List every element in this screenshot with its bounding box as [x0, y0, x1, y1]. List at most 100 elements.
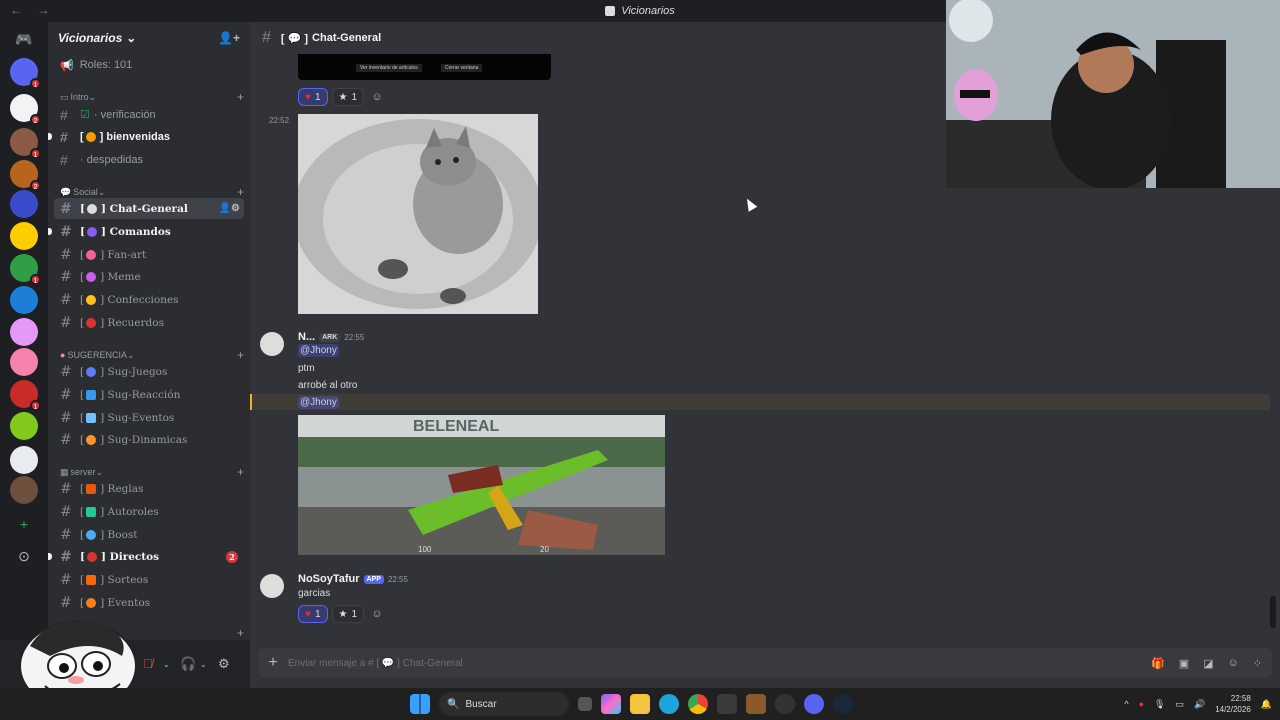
- server-icon[interactable]: [10, 446, 38, 474]
- channel-fan-art[interactable]: #[] Fan-art: [54, 244, 244, 265]
- microphone-icon[interactable]: 🎙: [1154, 699, 1165, 710]
- gear-icon[interactable]: ⚙: [218, 656, 230, 672]
- server-icon[interactable]: [10, 190, 38, 218]
- server-icon[interactable]: 1: [10, 380, 41, 411]
- scrollbar-thumb[interactable]: [1270, 596, 1276, 628]
- user-mention[interactable]: @Jhony: [298, 344, 339, 357]
- channel-meme[interactable]: #[] Meme: [54, 266, 244, 287]
- gift-icon[interactable]: 🎁: [1151, 657, 1165, 670]
- channel-chat-general[interactable]: #[] Chat-General 👤⚙: [54, 198, 244, 219]
- gif-icon[interactable]: ▣: [1179, 657, 1189, 670]
- nav-arrows[interactable]: ← →: [10, 3, 55, 17]
- add-channel-icon[interactable]: +: [237, 626, 244, 640]
- server-icon[interactable]: [10, 348, 38, 376]
- user-mention[interactable]: @Jhony: [298, 396, 339, 409]
- server-icon[interactable]: [10, 222, 38, 250]
- category-intro[interactable]: ▭ Intro ⌄ +: [60, 90, 244, 104]
- server-icon[interactable]: 2: [10, 160, 41, 191]
- notification-bell-icon[interactable]: 🔔: [1261, 699, 1272, 710]
- folder-icon[interactable]: [630, 694, 650, 714]
- steam-icon[interactable]: [833, 694, 853, 714]
- message-author[interactable]: N... ARK 22:55: [298, 331, 364, 343]
- add-channel-icon[interactable]: +: [237, 185, 244, 199]
- channel-bienvenidas[interactable]: #[] bienvenidas: [48, 126, 244, 147]
- copilot-icon[interactable]: [601, 694, 621, 714]
- server-icon[interactable]: [10, 412, 38, 440]
- app-icon[interactable]: [746, 694, 766, 714]
- volume-icon[interactable]: 🔊: [1194, 699, 1205, 710]
- message-composer[interactable]: + Enviar mensaje a # [ 💬 ] Chat-General …: [258, 648, 1272, 678]
- reaction-heart[interactable]: ♥ 1: [298, 605, 328, 623]
- clock[interactable]: 22:58 14/2/2026: [1215, 693, 1251, 715]
- explore-servers-button[interactable]: ⊙: [10, 542, 38, 570]
- add-attachment-icon[interactable]: +: [258, 654, 288, 672]
- server-icon[interactable]: 1: [10, 58, 41, 89]
- edge-icon[interactable]: [659, 694, 679, 714]
- emoji-icon[interactable]: ☺: [1228, 657, 1239, 670]
- chevron-down-icon[interactable]: ⌄: [163, 660, 170, 669]
- chrome-icon[interactable]: [688, 694, 708, 714]
- avatar[interactable]: [260, 574, 284, 598]
- server-icon[interactable]: 1: [10, 128, 41, 159]
- server-icon[interactable]: 1: [10, 254, 41, 285]
- message-author[interactable]: NoSoyTafur APP 22:55: [298, 573, 408, 585]
- channel-label: bienvenidas: [106, 130, 170, 143]
- apps-icon[interactable]: ⁘: [1253, 657, 1262, 670]
- add-server-button[interactable]: +: [10, 510, 38, 538]
- reaction-custom[interactable]: ★ 1: [331, 605, 365, 623]
- windows-start-icon[interactable]: [410, 694, 430, 714]
- channel-sug-eventos[interactable]: #[] Sug-Eventos: [54, 407, 244, 428]
- server-icon[interactable]: 2: [10, 94, 41, 125]
- add-channel-icon[interactable]: +: [237, 348, 244, 362]
- channel-sorteos[interactable]: #[] Sorteos: [54, 569, 244, 590]
- channel-despedidas[interactable]: # · despedidas: [54, 149, 244, 170]
- embed-button[interactable]: Cerrar ventana: [441, 64, 483, 72]
- sticker-icon[interactable]: ◪: [1203, 657, 1213, 670]
- cat-image-attachment[interactable]: [298, 114, 538, 314]
- channel-reglas[interactable]: #[] Reglas: [54, 478, 244, 499]
- tray-app-icon[interactable]: ●: [1139, 699, 1144, 709]
- reaction-heart[interactable]: ♥ 1: [298, 88, 328, 106]
- reaction-custom[interactable]: ★ 1: [331, 88, 365, 106]
- guild-header[interactable]: Vicionarios ⌄ 👤+: [48, 22, 250, 54]
- discord-home-icon[interactable]: 🎮: [10, 31, 38, 59]
- task-view-icon[interactable]: [578, 697, 592, 711]
- category-sugerencia[interactable]: ● SUGERENCIA ⌄ +: [60, 348, 244, 362]
- roles-item[interactable]: 📢 Roles: 101: [48, 54, 250, 76]
- channel-sug-reaccion[interactable]: #[] Sug-Reacción: [54, 384, 244, 405]
- add-reaction-icon[interactable]: ☺: [368, 88, 386, 106]
- server-icon[interactable]: [10, 476, 38, 504]
- channel-boost[interactable]: #[] Boost: [54, 524, 244, 545]
- add-channel-icon[interactable]: +: [237, 465, 244, 479]
- server-icon[interactable]: [10, 318, 38, 346]
- chevron-up-icon[interactable]: ^: [1124, 699, 1128, 709]
- channel-recuerdos[interactable]: #[] Recuerdos: [54, 312, 244, 333]
- settings-icon[interactable]: 👤⚙: [219, 203, 240, 214]
- channel-directos[interactable]: #[] Directos 2: [48, 546, 244, 567]
- headphones-icon[interactable]: 🎧: [180, 656, 196, 672]
- add-channel-icon[interactable]: +: [237, 90, 244, 104]
- channel-verificacion[interactable]: # ☑ · verificación: [54, 104, 244, 125]
- composer-placeholder[interactable]: Enviar mensaje a # [ 💬 ] Chat-General: [288, 658, 463, 669]
- category-social[interactable]: 💬 Social ⌄ +: [60, 185, 244, 199]
- category-server[interactable]: ▦ server ⌄ +: [60, 465, 244, 479]
- channel-confecciones[interactable]: #[] Confecciones: [54, 289, 244, 310]
- discord-taskbar-icon[interactable]: [804, 694, 824, 714]
- channel-autoroles[interactable]: #[] Autoroles: [54, 501, 244, 522]
- add-reaction-icon[interactable]: ☺: [368, 605, 386, 623]
- obs-icon[interactable]: [775, 694, 795, 714]
- mute-mic-icon[interactable]: 🎙̸: [143, 656, 153, 671]
- server-icon[interactable]: [10, 286, 38, 314]
- chevron-down-icon[interactable]: ⌄: [200, 660, 207, 669]
- taskbar-search[interactable]: 🔍 Buscar: [439, 692, 569, 716]
- channel-comandos[interactable]: #[] Comandos: [48, 221, 244, 242]
- channel-sug-juegos[interactable]: #[] Sug-Juegos: [54, 361, 244, 382]
- embed-button[interactable]: Ver inventario de artículos: [356, 64, 422, 72]
- avatar[interactable]: [260, 332, 284, 356]
- channel-sug-dinamicas[interactable]: #[] Sug-Dinamicas: [54, 429, 244, 450]
- game-screenshot-attachment[interactable]: BELENEAL 100 20: [298, 415, 665, 555]
- network-icon[interactable]: ▭: [1175, 699, 1184, 710]
- channel-eventos[interactable]: #[] Eventos: [54, 592, 244, 613]
- add-member-icon[interactable]: 👤+: [218, 31, 240, 45]
- store-icon[interactable]: [717, 694, 737, 714]
